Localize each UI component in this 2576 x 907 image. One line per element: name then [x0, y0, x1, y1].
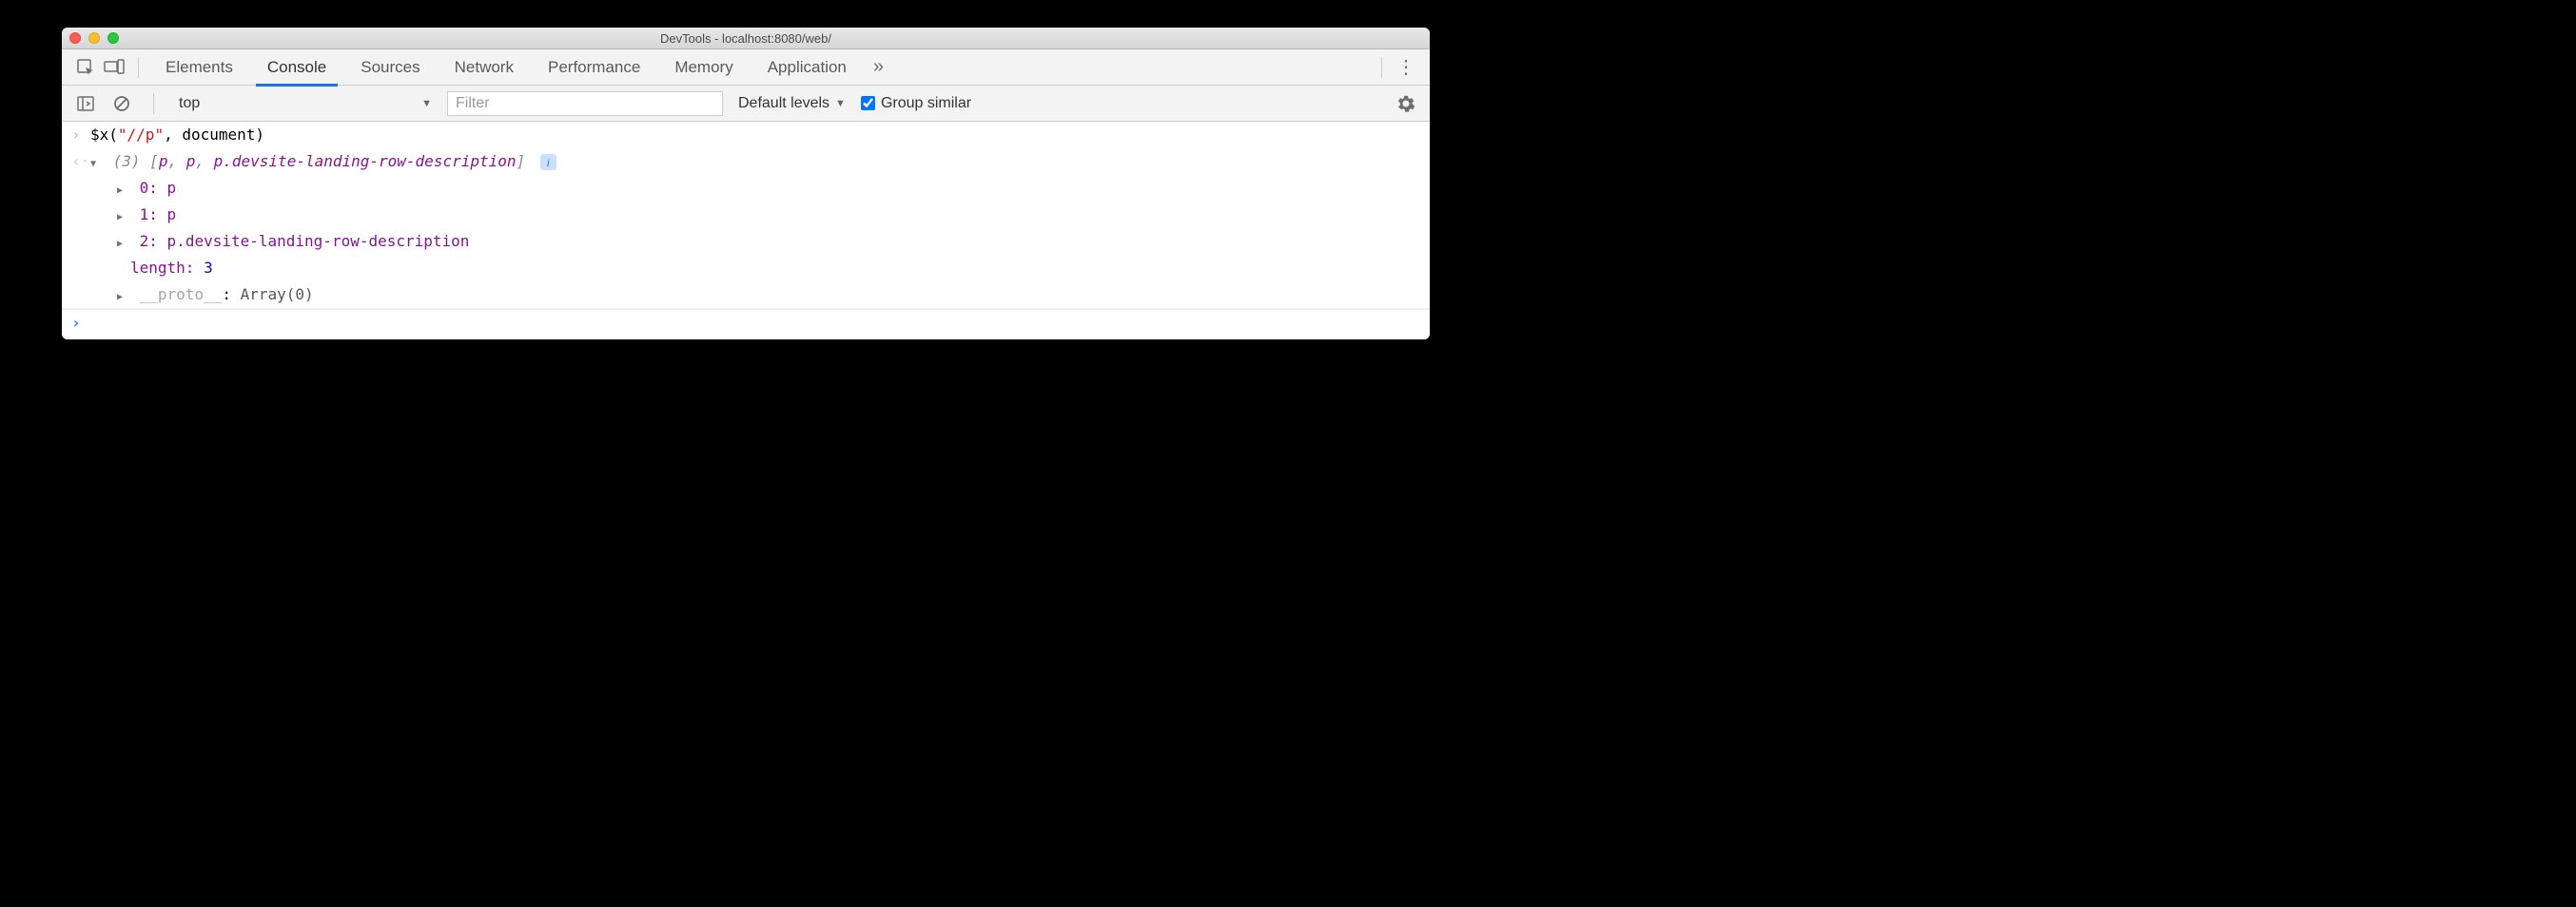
- zoom-window-button[interactable]: [107, 32, 119, 44]
- tab-performance[interactable]: Performance: [531, 49, 657, 86]
- group-similar-label: Group similar: [881, 95, 971, 112]
- close-window-button[interactable]: [69, 32, 81, 44]
- group-similar-toggle[interactable]: Group similar: [861, 95, 971, 112]
- console-output-row: ‹· (3) [p, p, p.devsite-landing-row-desc…: [62, 148, 1430, 175]
- dropdown-arrow-icon: ▼: [421, 98, 432, 109]
- tab-console[interactable]: Console: [250, 49, 343, 86]
- tab-application[interactable]: Application: [751, 49, 864, 86]
- array-item-row: 0: p: [62, 175, 1430, 202]
- inspect-element-icon[interactable]: [71, 53, 100, 82]
- console-input-text: $x("//p", document): [90, 124, 1420, 146]
- expand-toggle[interactable]: [117, 283, 130, 306]
- console-input-row: › $x("//p", document): [62, 122, 1430, 148]
- context-selector[interactable]: top ▼: [171, 91, 439, 116]
- traffic-lights: [69, 32, 119, 44]
- tab-network[interactable]: Network: [438, 49, 531, 86]
- console-prompt-row[interactable]: ›: [62, 309, 1430, 339]
- separator: [138, 57, 139, 78]
- more-tabs-button[interactable]: »: [864, 56, 893, 78]
- array-proto-row: __proto__: Array(0): [62, 281, 1430, 309]
- console-settings-icon[interactable]: [1392, 89, 1420, 118]
- expand-toggle[interactable]: [117, 177, 130, 200]
- tab-elements[interactable]: Elements: [148, 49, 250, 86]
- log-levels-label: Default levels: [738, 95, 829, 112]
- expand-toggle[interactable]: [117, 230, 130, 253]
- devtools-window: DevTools - localhost:8080/web/ Elements …: [62, 28, 1430, 339]
- info-icon[interactable]: i: [540, 154, 556, 170]
- titlebar: DevTools - localhost:8080/web/: [62, 28, 1430, 49]
- dropdown-arrow-icon: ▼: [835, 98, 846, 109]
- clear-console-icon[interactable]: [107, 89, 136, 118]
- separator: [153, 93, 154, 114]
- group-similar-checkbox[interactable]: [861, 96, 875, 110]
- window-title: DevTools - localhost:8080/web/: [62, 31, 1430, 46]
- context-selector-value: top: [179, 95, 200, 112]
- log-levels-selector[interactable]: Default levels ▼: [731, 95, 853, 112]
- console-output: › $x("//p", document) ‹· (3) [p, p, p.de…: [62, 122, 1430, 339]
- array-item-row: 2: p.devsite-landing-row-description: [62, 228, 1430, 255]
- filter-input[interactable]: [447, 91, 723, 116]
- input-chevron-icon: ›: [71, 124, 90, 146]
- console-toolbar: top ▼ Default levels ▼ Group similar: [62, 86, 1430, 122]
- settings-menu-button[interactable]: ⋮: [1392, 53, 1420, 82]
- minimize-window-button[interactable]: [88, 32, 100, 44]
- prompt-chevron-icon: ›: [71, 312, 90, 338]
- device-toolbar-icon[interactable]: [100, 53, 128, 82]
- tab-sources[interactable]: Sources: [343, 49, 437, 86]
- array-length-row: length: 3: [62, 255, 1430, 281]
- output-chevron-icon: ‹·: [71, 150, 90, 173]
- expand-toggle[interactable]: [90, 150, 104, 173]
- array-item-row: 1: p: [62, 202, 1430, 228]
- show-console-sidebar-icon[interactable]: [71, 89, 100, 118]
- expand-toggle[interactable]: [117, 203, 130, 226]
- array-length-summary: (3): [113, 152, 141, 170]
- separator: [1381, 57, 1382, 78]
- tabs-row: Elements Console Sources Network Perform…: [62, 49, 1430, 86]
- tab-memory[interactable]: Memory: [657, 49, 750, 86]
